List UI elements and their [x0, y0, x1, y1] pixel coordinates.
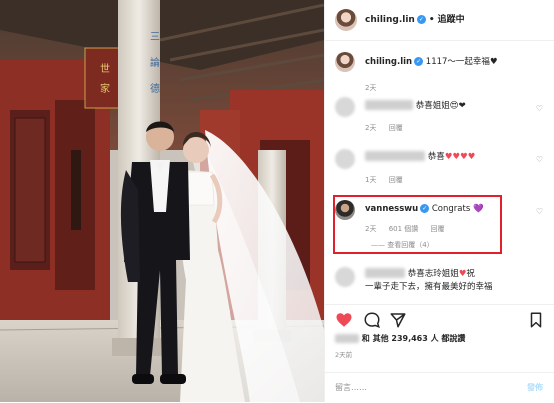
- svg-text:家: 家: [100, 82, 110, 95]
- post-photo[interactable]: 世 家 三 論 德: [0, 0, 324, 402]
- comment-icon[interactable]: [363, 311, 381, 329]
- reply-link[interactable]: 回覆: [389, 124, 403, 132]
- comment-line: 恭喜志玲姐姐♥祝: [365, 268, 475, 280]
- separator-dot: •: [428, 15, 435, 25]
- highlight-box: [333, 195, 502, 254]
- comment-line: 恭喜姐姐😍❤: [365, 100, 466, 112]
- svg-text:世: 世: [100, 63, 110, 75]
- svg-text:德: 德: [150, 82, 160, 95]
- instagram-post: 世 家 三 論 德 chiling.lin ✓ • 追蹤中 chiling.li…: [0, 0, 554, 402]
- comment-time: 2天: [365, 124, 377, 132]
- post-time-ago: 2天前: [335, 351, 353, 359]
- comment-line-2: 一輩子走下去，擁有最美好的幸福: [365, 282, 493, 292]
- comment-line: 恭喜♥♥♥♥: [365, 151, 475, 163]
- follow-button[interactable]: 追蹤中: [438, 15, 465, 25]
- author-username[interactable]: chiling.lin: [365, 15, 415, 25]
- like-comment-heart-icon[interactable]: ♡: [536, 104, 543, 113]
- author-header-line: chiling.lin ✓ • 追蹤中: [365, 12, 465, 25]
- author-avatar[interactable]: [335, 9, 357, 31]
- post-header: chiling.lin ✓ • 追蹤中: [325, 0, 554, 41]
- comment-emoji: ♥♥♥♥: [444, 152, 476, 162]
- comment-text: 恭喜: [427, 152, 445, 162]
- heart-icon[interactable]: [335, 311, 353, 329]
- commenter-avatar[interactable]: [335, 97, 355, 117]
- wedding-photo-image: 世 家 三 論 德: [0, 0, 324, 402]
- verified-icon: ✓: [414, 57, 424, 66]
- bookmark-icon[interactable]: [527, 311, 545, 329]
- redacted-username: [365, 151, 425, 161]
- caption-username[interactable]: chiling.lin: [365, 57, 412, 67]
- caption-text: 1117～一起幸福♥: [425, 57, 498, 67]
- commenter-avatar[interactable]: [335, 149, 355, 169]
- comment-text: 恭喜志玲姐姐: [407, 269, 459, 279]
- comment-time: 1天: [365, 176, 377, 184]
- svg-text:論: 論: [150, 56, 160, 69]
- likes-summary[interactable]: 和 其他 239,463 人 都說讚: [335, 333, 465, 344]
- like-comment-heart-icon[interactable]: ♡: [536, 207, 543, 216]
- like-comment-heart-icon[interactable]: ♡: [536, 155, 543, 164]
- post-comment-button[interactable]: 發佈: [527, 382, 543, 393]
- caption-meta: 2天: [365, 83, 386, 93]
- comment-text: 恭喜姐姐: [415, 101, 450, 111]
- caption-time: 2天: [365, 84, 377, 92]
- verified-icon: ✓: [416, 15, 426, 24]
- action-bar: [325, 304, 554, 335]
- share-icon[interactable]: [389, 311, 407, 329]
- svg-text:三: 三: [150, 32, 160, 43]
- comment-emoji: 😍❤: [449, 101, 466, 111]
- likes-prefix: 和: [361, 334, 373, 343]
- comment-composer: 留言…… 發佈: [325, 372, 554, 403]
- redacted-username: [365, 100, 413, 110]
- reply-link[interactable]: 回覆: [389, 176, 403, 184]
- likes-label: 其他 239,463 人 都說讚: [372, 334, 466, 343]
- commenter-avatar[interactable]: [335, 267, 355, 287]
- redacted-liker: [335, 334, 359, 343]
- comment-input[interactable]: 留言……: [335, 382, 367, 393]
- comment-meta: 2天 回覆: [365, 123, 413, 133]
- caption-avatar[interactable]: [335, 52, 355, 72]
- comment-meta: 1天 回覆: [365, 175, 413, 185]
- redacted-username: [365, 268, 405, 278]
- caption-line: chiling.lin ✓ 1117～一起幸福♥: [365, 56, 498, 68]
- comment-text-end: 祝: [466, 269, 475, 279]
